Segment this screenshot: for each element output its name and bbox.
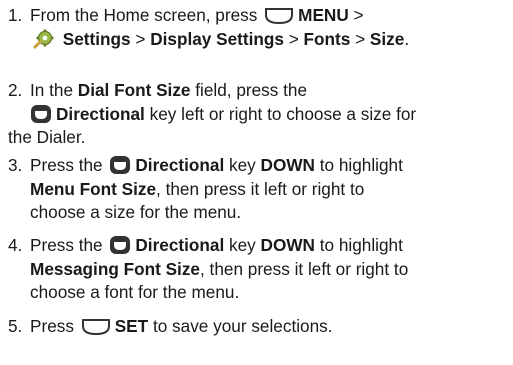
- separator: >: [135, 28, 146, 49]
- step-number: 2.: [8, 80, 23, 100]
- separator: >: [353, 5, 364, 25]
- step-3: 3. Press the Directional key DOWN to high…: [8, 154, 513, 225]
- step-1: 1. From the Home screen, press MENU > Set…: [8, 4, 513, 51]
- display-settings-label: Display Settings: [150, 28, 284, 49]
- step-3-line-1: 3. Press the Directional key DOWN to high…: [8, 154, 513, 178]
- step-2-line-3: the Dialer.: [8, 127, 86, 147]
- directional-label: Directional: [135, 235, 225, 255]
- step-text: key: [229, 235, 256, 255]
- period: .: [404, 28, 410, 49]
- step-4-line-2: Messaging Font Size, then press it left …: [8, 258, 513, 282]
- separator: >: [355, 28, 366, 49]
- directional-key-icon: [30, 104, 52, 124]
- softkey-icon: [81, 318, 111, 336]
- step-4: 4. Press the Directional key DOWN to high…: [8, 234, 513, 305]
- step-text: In the: [30, 80, 74, 100]
- directional-label: Directional: [56, 103, 145, 124]
- step-2-line-1: 2. In the Dial Font Size field, press the: [8, 79, 513, 103]
- settings-label: Settings: [62, 28, 131, 49]
- separator: >: [288, 28, 299, 49]
- step-5-line-1: 5. Press SET to save your selections.: [8, 315, 513, 339]
- step-2: 2. In the Dial Font Size field, press the…: [8, 79, 513, 150]
- fonts-label: Fonts: [303, 28, 351, 49]
- step-1-line-1: 1. From the Home screen, press MENU >: [8, 4, 513, 28]
- step-text: Press: [30, 316, 74, 336]
- down-label: DOWN: [260, 235, 315, 255]
- set-key-label: SET: [114, 316, 149, 336]
- step-text: to highlight: [319, 235, 403, 255]
- step-text: Press the: [30, 235, 103, 255]
- step-text: key: [229, 155, 256, 175]
- settings-icon: [32, 29, 54, 49]
- step-text: field, press the: [195, 80, 308, 100]
- step-number: 5.: [8, 316, 23, 336]
- step-4-line-3: choose a font for the menu.: [30, 282, 240, 302]
- softkey-icon: [264, 7, 294, 25]
- menu-font-size-label: Menu Font Size: [30, 178, 157, 199]
- step-text: to highlight: [319, 155, 403, 175]
- step-text: From the Home screen, press: [30, 5, 258, 25]
- directional-key-icon: [109, 235, 131, 255]
- step-5: 5. Press SET to save your selections.: [8, 315, 513, 339]
- directional-key-icon: [109, 155, 131, 175]
- instructions: 1. From the Home screen, press MENU > Set…: [0, 0, 513, 365]
- step-4-line-1: 4. Press the Directional key DOWN to high…: [8, 234, 513, 258]
- menu-key-label: MENU: [298, 5, 349, 25]
- directional-label: Directional: [135, 155, 225, 175]
- messaging-font-size-label: Messaging Font Size: [30, 258, 200, 279]
- dial-font-size-label: Dial Font Size: [77, 80, 191, 100]
- size-label: Size: [369, 28, 405, 49]
- down-label: DOWN: [260, 155, 315, 175]
- step-2-line-2: Directional key left or right to choose …: [8, 103, 513, 127]
- step-1-line-2: Settings > Display Settings > Fonts > Si…: [8, 28, 513, 52]
- step-text: , then press it left or right to: [156, 178, 365, 199]
- step-number: 3.: [8, 155, 23, 175]
- step-text: to save your selections.: [152, 316, 333, 336]
- step-3-line-2: Menu Font Size, then press it left or ri…: [8, 178, 513, 202]
- step-number: 4.: [8, 235, 23, 255]
- step-number: 1.: [8, 5, 23, 25]
- step-text: , then press it left or right to: [200, 258, 409, 279]
- step-text: Press the: [30, 155, 103, 175]
- step-text: key left or right to choose a size for: [149, 103, 417, 124]
- step-3-line-3: choose a size for the menu.: [30, 202, 242, 222]
